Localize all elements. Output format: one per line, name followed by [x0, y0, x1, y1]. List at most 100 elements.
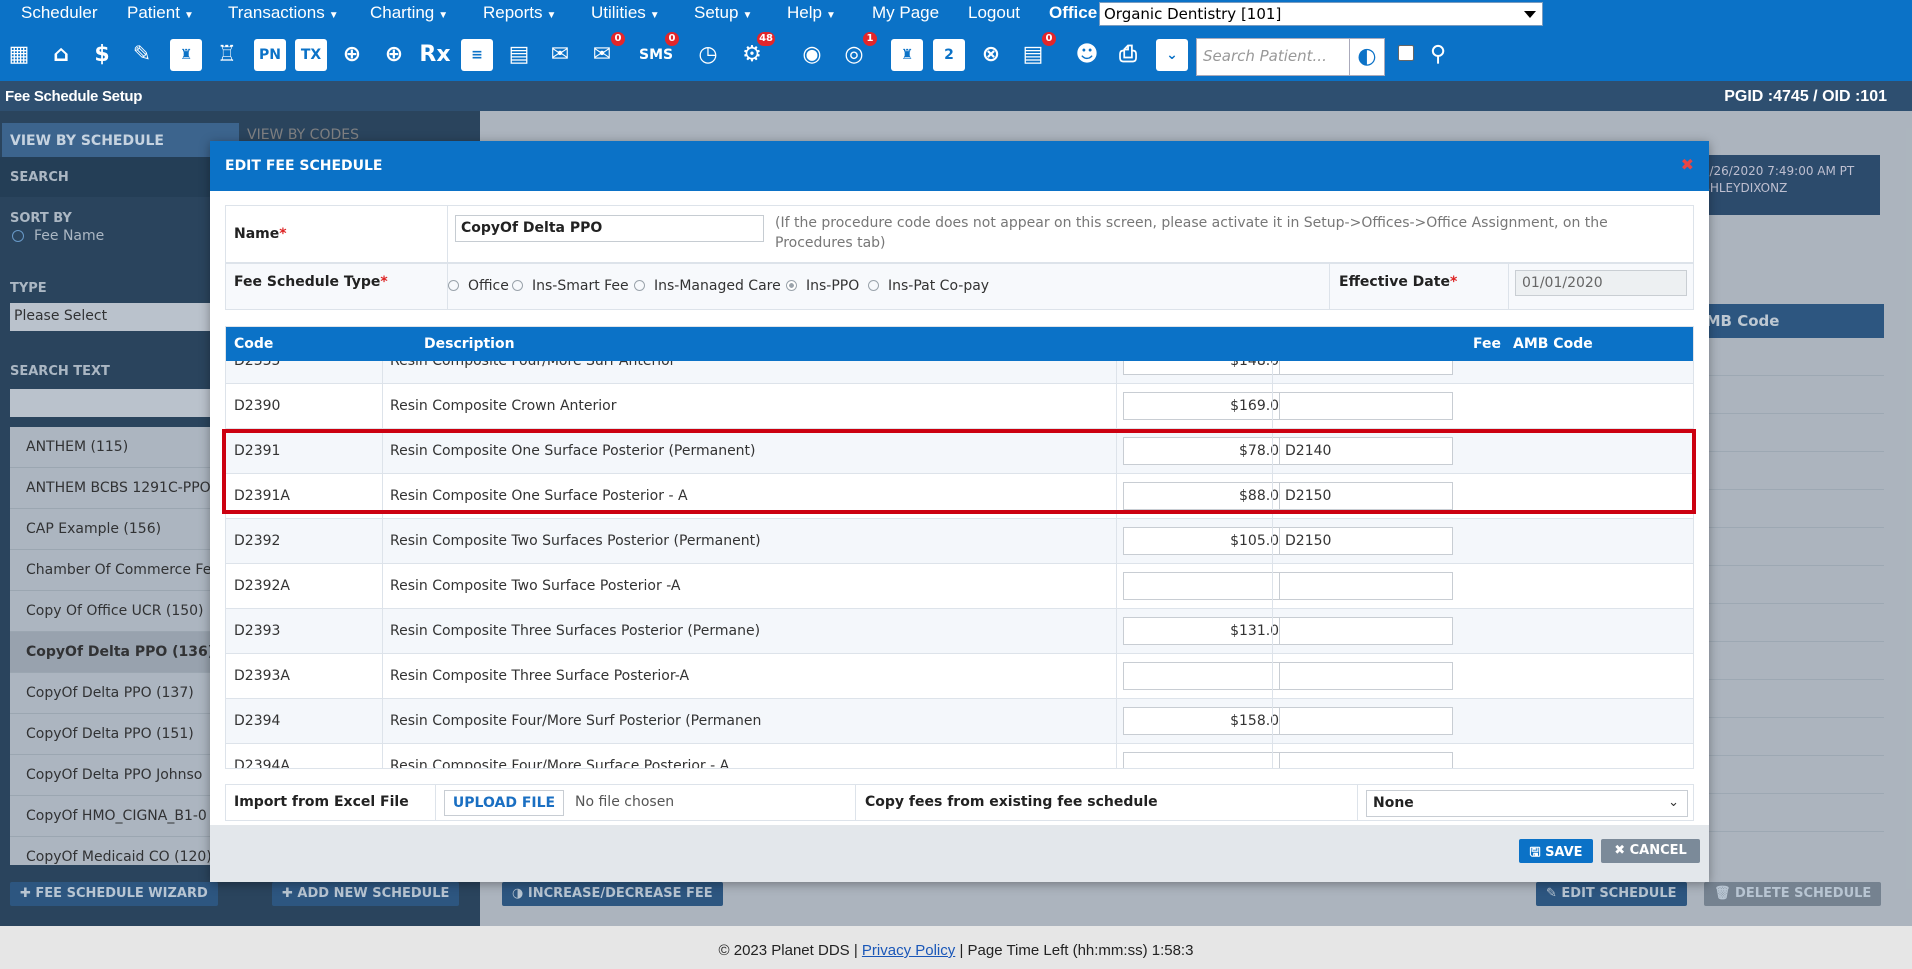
globe-users-icon[interactable]: ◉ — [795, 38, 829, 72]
caret-down-icon: ▼ — [649, 10, 660, 21]
type-option-office[interactable]: Office — [448, 278, 509, 294]
fee-input[interactable]: $131.00 — [1123, 617, 1294, 645]
type-option-ins-managed-care[interactable]: Ins-Managed Care — [634, 278, 781, 294]
fee-input[interactable]: $169.00 — [1123, 392, 1294, 420]
fee-input[interactable]: $78.00 — [1123, 437, 1294, 465]
tooth-two-icon[interactable]: 2 — [933, 39, 965, 71]
import-excel-label: Import from Excel File — [234, 794, 409, 810]
save-label: SAVE — [1545, 845, 1583, 860]
save-button[interactable]: 🖫 SAVE — [1519, 839, 1593, 863]
name-input[interactable]: CopyOf Delta PPO — [455, 215, 764, 242]
calendar-icon[interactable]: ▦ — [2, 38, 36, 72]
copy-fees-select[interactable]: None ⌄ — [1366, 790, 1688, 817]
prescription-icon[interactable]: Rx — [418, 38, 452, 72]
fee-header: Fee — [1473, 336, 1501, 352]
sms-badge: 0 — [665, 32, 679, 46]
radio-label: Ins-PPO — [806, 278, 860, 294]
family-icon[interactable]: ☻ — [1070, 38, 1104, 72]
amb-code-input[interactable] — [1279, 361, 1453, 375]
radio-circle[interactable] — [786, 280, 797, 291]
import-row: Import from Excel File UPLOAD FILE No fi… — [225, 784, 1694, 821]
menu-patient[interactable]: Patient ▼ — [127, 3, 194, 23]
alerts-icon[interactable]: ◎ 1 — [837, 32, 877, 72]
document-icon[interactable]: ▤ — [502, 38, 536, 72]
caret-down-icon: ▼ — [825, 10, 836, 21]
radio-circle[interactable] — [634, 280, 645, 291]
dollar-icon[interactable]: $ — [85, 38, 119, 72]
fee-schedule-type-row: Fee Schedule Type* Office Ins-Smart Fee In… — [225, 263, 1694, 310]
patient-finder-icon[interactable]: ⚲ — [1421, 38, 1455, 72]
amb-code-input[interactable] — [1279, 707, 1453, 735]
menu-logout[interactable]: Logout — [968, 3, 1020, 23]
add-family-icon[interactable]: ⊕ — [377, 38, 411, 72]
column-divider — [447, 206, 448, 262]
fee-input[interactable] — [1123, 662, 1294, 690]
cancel-button[interactable]: ✖ CANCEL — [1601, 839, 1700, 863]
close-icon[interactable]: ✖ — [1681, 155, 1694, 174]
treatment-icon[interactable]: TX — [295, 39, 327, 71]
chevron-down-icon[interactable]: ⌄ — [1156, 39, 1188, 71]
fee-input[interactable]: $105.00 — [1123, 527, 1294, 555]
radio-circle[interactable] — [868, 280, 879, 291]
tooth-chart-icon[interactable]: ♖ — [210, 38, 244, 72]
menu-reports[interactable]: Reports ▼ — [483, 3, 556, 23]
top-menu-bar: Scheduler Patient ▼ Transactions ▼ Chartin… — [0, 0, 1912, 27]
tooth-icon[interactable]: ♜ — [170, 39, 202, 71]
messages-icon[interactable]: ✉ 0 — [585, 32, 625, 72]
add-patient-icon[interactable]: ⊕ — [335, 38, 369, 72]
amb-code-input[interactable] — [1279, 392, 1453, 420]
privacy-policy-link[interactable]: Privacy Policy — [862, 942, 955, 959]
list-icon[interactable]: ≡ — [461, 39, 493, 71]
office-select[interactable]: Organic Dentistry [101] — [1099, 2, 1543, 26]
home-icon[interactable]: ⌂ — [44, 38, 78, 72]
fee-input[interactable] — [1123, 572, 1294, 600]
clock-icon[interactable]: ◷ — [691, 38, 725, 72]
type-option-ins-smart-fee[interactable]: Ins-Smart Fee — [512, 278, 629, 294]
radio-circle[interactable] — [448, 280, 459, 291]
fee-table-row: D2394 Resin Composite Four/More Surf Post… — [226, 699, 1693, 744]
menu-help[interactable]: Help ▼ — [787, 3, 836, 23]
menu-my-page[interactable]: My Page — [872, 3, 939, 23]
upload-file-button[interactable]: UPLOAD FILE — [444, 790, 564, 816]
tooth-box-icon[interactable]: ♜ — [891, 39, 923, 71]
amb-code-input[interactable] — [1279, 752, 1453, 768]
globe-icon[interactable]: ⊗ — [974, 38, 1008, 72]
notes-icon[interactable]: ▤ 0 — [1016, 32, 1056, 72]
menu-utilities[interactable]: Utilities ▼ — [591, 3, 660, 23]
effective-date-input[interactable]: 01/01/2020 — [1515, 270, 1687, 296]
caret-down-icon: ▼ — [183, 10, 194, 21]
menu-label: Help — [787, 3, 822, 22]
amb-code-input[interactable]: D2140 — [1279, 437, 1453, 465]
fee-input[interactable]: $88.00 — [1123, 482, 1294, 510]
menu-scheduler[interactable]: Scheduler — [21, 3, 98, 23]
effective-label-text: Effective Date — [1339, 274, 1450, 290]
menu-transactions[interactable]: Transactions ▼ — [228, 3, 339, 23]
print-icon[interactable]: ⎙ — [1111, 38, 1145, 72]
email-icon[interactable]: ✉ — [543, 38, 577, 72]
radio-circle[interactable] — [512, 280, 523, 291]
edit-icon[interactable]: ✎ — [125, 38, 159, 72]
amb-code-input[interactable] — [1279, 572, 1453, 600]
amb-code-input[interactable]: D2150 — [1279, 482, 1453, 510]
tasks-icon[interactable]: ⚙ 48 — [735, 32, 775, 72]
sms-icon[interactable]: SMS 0 — [639, 32, 679, 72]
menu-setup[interactable]: Setup ▼ — [694, 3, 752, 23]
patient-search-button[interactable]: ◐ — [1349, 38, 1385, 76]
toolbar-checkbox[interactable] — [1398, 45, 1414, 61]
fee-input[interactable]: $148.00 — [1123, 361, 1294, 375]
fee-input[interactable] — [1123, 752, 1294, 768]
progress-notes-icon[interactable]: PN — [254, 39, 286, 71]
required-mark: * — [279, 226, 287, 242]
amb-code-input[interactable]: D2150 — [1279, 527, 1453, 555]
amb-code-input[interactable] — [1279, 662, 1453, 690]
type-option-ins-ppo[interactable]: Ins-PPO — [786, 278, 859, 294]
menu-charting[interactable]: Charting ▼ — [370, 3, 448, 23]
footer-separator: | — [959, 942, 964, 959]
fee-input[interactable]: $158.00 — [1123, 707, 1294, 735]
procedure-description: Resin Composite Four/More Surface Poster… — [390, 758, 730, 769]
modal-title: EDIT FEE SCHEDULE — [225, 158, 383, 174]
copy-fees-label: Copy fees from existing fee schedule — [865, 794, 1158, 810]
amb-code-input[interactable] — [1279, 617, 1453, 645]
menu-label: Transactions — [228, 3, 325, 22]
type-option-ins-pat-co-pay[interactable]: Ins-Pat Co-pay — [868, 278, 989, 294]
